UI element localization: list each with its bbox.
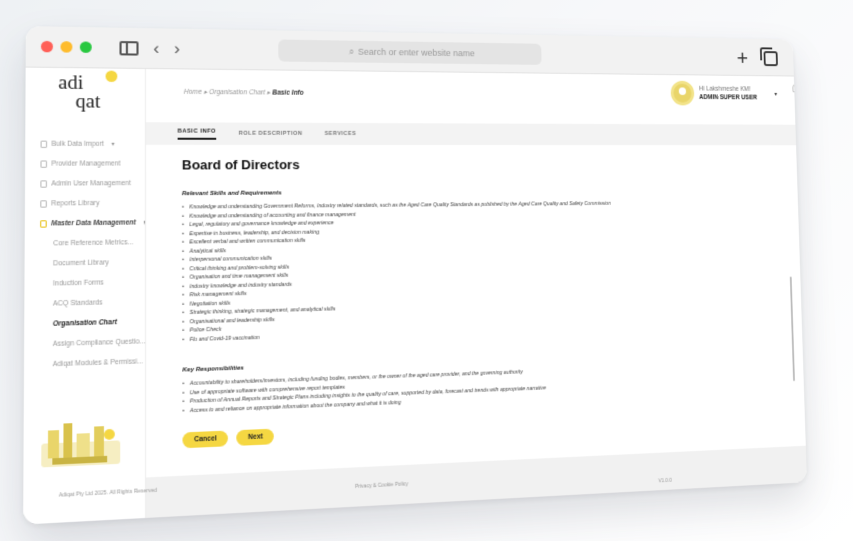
- maximize-window-button[interactable]: [79, 41, 92, 53]
- tab-services[interactable]: SERVICES: [325, 131, 357, 137]
- address-bar[interactable]: ⌕ Search or enter website name: [278, 39, 542, 65]
- sidebar-item-master-data-management[interactable]: Master Data Management ▾: [25, 213, 145, 234]
- breadcrumb-organisation-chart[interactable]: Organisation Chart: [209, 89, 265, 97]
- skills-heading: Relevant Skills and Requirements: [181, 190, 282, 198]
- cancel-button[interactable]: Cancel: [182, 430, 229, 449]
- sidebar-item-label: Admin User Management: [51, 179, 131, 188]
- logo-sun-icon: [105, 70, 118, 82]
- sidebar-item-label: Reports Library: [51, 199, 100, 208]
- content: Board of Directors Relevant Skills and R…: [145, 144, 806, 478]
- breadcrumb-separator: ▸: [267, 89, 271, 97]
- breadcrumb-current: Basic Info: [272, 89, 304, 97]
- forward-icon[interactable]: ›: [174, 38, 180, 58]
- version-label: V1.0.0: [658, 477, 672, 485]
- tab-role-description[interactable]: ROLE DESCRIPTION: [239, 131, 303, 137]
- sidebar-item-document-library[interactable]: Document Library: [25, 252, 145, 274]
- sidebar-item-label: Assign Compliance Questio...: [52, 338, 146, 349]
- sidebar-item-label: Core Reference Metrics...: [53, 239, 134, 248]
- sidebar-toggle-icon[interactable]: [119, 40, 139, 56]
- sidebar-item-label: Document Library: [53, 259, 109, 268]
- provider-icon: [40, 160, 48, 168]
- sidebar-item-reports-library[interactable]: Reports Library: [25, 193, 145, 214]
- window-controls: [40, 40, 92, 53]
- browser-actions: +: [736, 46, 778, 71]
- topbar: Home ▸ Organisation Chart ▸ Basic Info H…: [145, 68, 800, 125]
- database-icon: [40, 220, 47, 228]
- form-actions: Cancel Next: [182, 407, 787, 449]
- users-icon: [40, 180, 47, 188]
- breadcrumb-separator: ▸: [203, 88, 208, 97]
- app: adi qat Bulk Data Import ▾ Provider Mana…: [23, 67, 807, 525]
- user-menu[interactable]: Hi Lakshmeshe KM! ADMIN SUPER USER ▾: [670, 80, 777, 106]
- tab-bar: BASIC INFO ROLE DESCRIPTION SERVICES: [145, 122, 797, 146]
- tabs-overview-icon[interactable]: [763, 51, 778, 67]
- sidebar-illustration: [41, 423, 121, 468]
- page-title: Board of Directors: [181, 157, 300, 173]
- sidebar-item-admin-user-management[interactable]: Admin User Management: [25, 174, 145, 194]
- close-window-button[interactable]: [40, 40, 53, 53]
- sidebar-item-label: ACQ Standards: [52, 299, 103, 308]
- chevron-down-icon: ▾: [143, 220, 145, 227]
- privacy-link[interactable]: Privacy & Cookie Policy: [355, 481, 408, 490]
- sidebar-item-label: Provider Management: [51, 160, 121, 168]
- tab-basic-info[interactable]: BASIC INFO: [177, 127, 217, 140]
- sidebar-item-bulk-data-import[interactable]: Bulk Data Import ▾: [25, 134, 145, 154]
- sidebar: adi qat Bulk Data Import ▾ Provider Mana…: [23, 67, 147, 525]
- sidebar-item-provider-management[interactable]: Provider Management: [25, 154, 145, 174]
- logo-line2: qat: [75, 90, 101, 113]
- address-placeholder: Search or enter website name: [357, 46, 475, 59]
- bell-icon[interactable]: [792, 83, 800, 93]
- reports-icon: [40, 200, 47, 208]
- chevron-down-icon[interactable]: ▾: [774, 91, 777, 98]
- sidebar-item-label: Bulk Data Import: [51, 140, 104, 148]
- back-icon[interactable]: ‹: [153, 38, 159, 58]
- sidebar-item-label: Adiqat Modules & Permissi...: [52, 358, 143, 369]
- sidebar-item-modules-permissions[interactable]: Adiqat Modules & Permissi...: [24, 352, 145, 376]
- search-icon: ⌕: [348, 46, 355, 57]
- sidebar-item-label: Master Data Management: [51, 219, 136, 228]
- sidebar-item-core-reference-metrics[interactable]: Core Reference Metrics...: [25, 233, 145, 255]
- next-button[interactable]: Next: [236, 428, 275, 446]
- user-role: ADMIN SUPER USER: [699, 94, 758, 102]
- avatar[interactable]: [670, 80, 695, 106]
- breadcrumb-home[interactable]: Home: [184, 89, 202, 96]
- upload-icon: [40, 140, 48, 148]
- stage: ‹ › ⌕ Search or enter website name + adi…: [0, 0, 853, 541]
- user-info: Hi Lakshmeshe KM! ADMIN SUPER USER: [699, 85, 757, 102]
- browser-nav: ‹ ›: [119, 37, 180, 58]
- sidebar-item-label: Induction Forms: [53, 279, 104, 288]
- browser-window: ‹ › ⌕ Search or enter website name + adi…: [23, 26, 807, 525]
- main: Home ▸ Organisation Chart ▸ Basic Info H…: [59, 68, 807, 518]
- chevron-down-icon: ▾: [111, 141, 115, 148]
- new-tab-button[interactable]: +: [736, 46, 748, 70]
- minimize-window-button[interactable]: [60, 41, 73, 53]
- breadcrumb: Home ▸ Organisation Chart ▸ Basic Info: [184, 88, 304, 97]
- sidebar-item-label: Organisation Chart: [52, 318, 117, 328]
- skills-list: Knowledge and understanding Government R…: [182, 199, 784, 345]
- logo[interactable]: adi qat: [25, 70, 145, 113]
- sidebar-item-induction-forms[interactable]: Induction Forms: [24, 272, 145, 294]
- scrollbar[interactable]: [789, 276, 795, 382]
